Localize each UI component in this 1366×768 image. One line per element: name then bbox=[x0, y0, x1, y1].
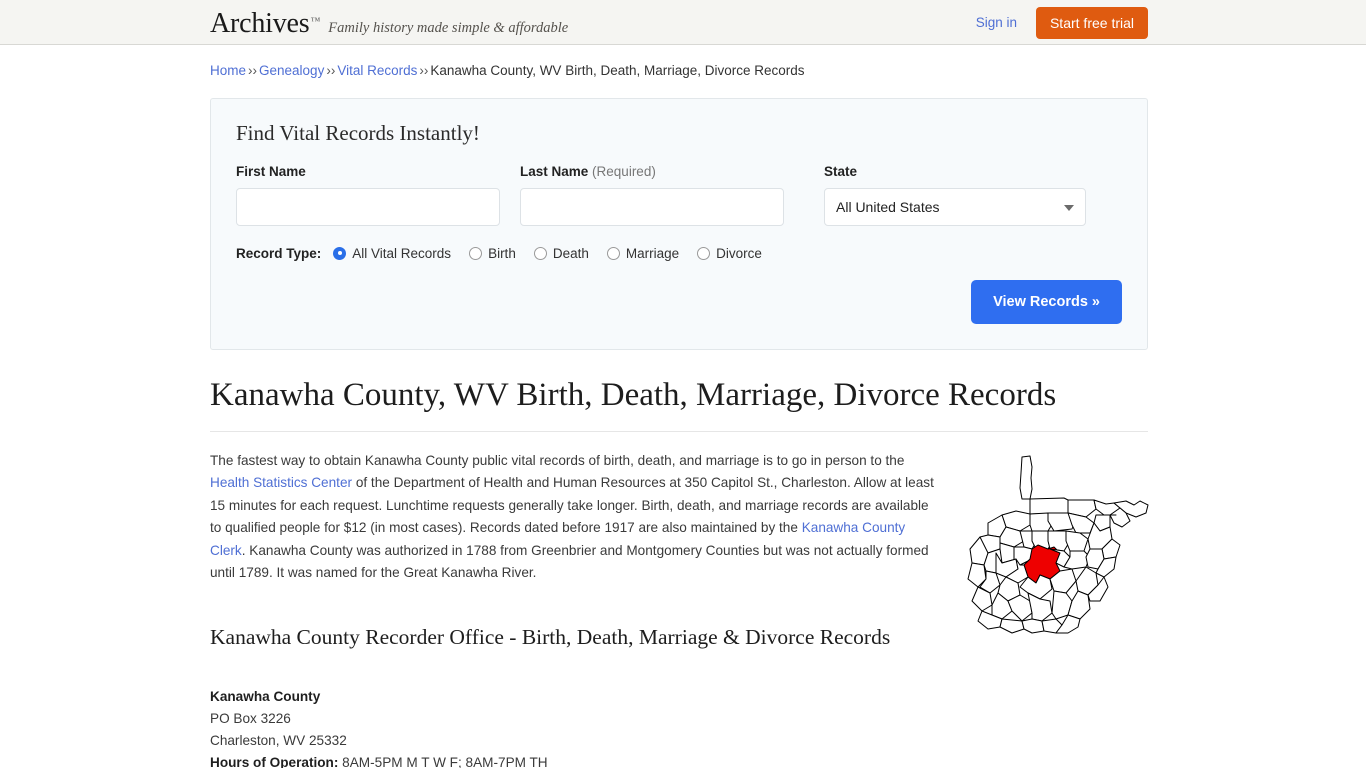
office-address-block: Kanawha County PO Box 3226 Charleston, W… bbox=[210, 686, 1148, 768]
radio-label-birth: Birth bbox=[488, 245, 516, 261]
first-name-label: First Name bbox=[236, 163, 306, 179]
radio-icon[interactable] bbox=[469, 246, 483, 260]
west-virginia-county-map bbox=[944, 453, 1154, 638]
breadcrumb-item-home[interactable]: Home bbox=[210, 63, 246, 78]
last-name-input[interactable] bbox=[520, 187, 784, 226]
paragraph-part-1: The fastest way to obtain Kanawha County… bbox=[210, 452, 905, 468]
last-name-label-text: Last Name bbox=[520, 163, 589, 179]
brand-logo[interactable]: Archives ™ Family history made simple & a… bbox=[210, 10, 568, 38]
breadcrumb-item-vital-records[interactable]: Vital Records bbox=[337, 63, 417, 78]
page-body: Home ›› Genealogy ›› Vital Records ›› Kanawha … bbox=[0, 45, 1366, 768]
content-container: Home ›› Genealogy ›› Vital Records ›› Kanawha … bbox=[210, 45, 1149, 768]
first-name-input[interactable] bbox=[236, 187, 500, 226]
health-statistics-center-link[interactable]: Health Statistics Center bbox=[210, 475, 352, 490]
article-area: The fastest way to obtain Kanawha County… bbox=[210, 450, 1149, 633]
breadcrumb-separator: ›› bbox=[326, 63, 336, 78]
office-po-box: PO Box 3226 bbox=[210, 711, 291, 727]
office-hours-label: Hours of Operation: bbox=[210, 755, 339, 768]
radio-label-death: Death bbox=[552, 245, 589, 261]
breadcrumb-item-current: Kanawha County, WV Birth, Death, Marriag… bbox=[430, 63, 805, 78]
radio-all-vital-records[interactable]: All Vital Records bbox=[333, 246, 451, 261]
sign-in-link[interactable]: Sign in bbox=[976, 15, 1017, 30]
site-header: Archives ™ Family history made simple & a… bbox=[0, 0, 1366, 45]
map-svg bbox=[967, 455, 1149, 633]
office-hours-value: 8AM-5PM M T W F; 8AM-7PM TH bbox=[342, 755, 548, 768]
trademark-icon: ™ bbox=[310, 16, 321, 27]
office-hours: Hours of Operation: 8AM-5PM M T W F; 8AM… bbox=[210, 752, 1148, 768]
radio-icon-selected[interactable] bbox=[333, 246, 347, 260]
office-name: Kanawha County bbox=[210, 689, 321, 705]
state-label: State bbox=[824, 163, 858, 179]
page-title: Kanawha County, WV Birth, Death, Marriag… bbox=[210, 377, 1148, 432]
search-panel-actions: View Records » bbox=[236, 279, 1122, 324]
paragraph-part-3: . Kanawha County was authorized in 1788 … bbox=[210, 542, 929, 581]
radio-divorce[interactable]: Divorce bbox=[697, 246, 762, 261]
state-select[interactable]: All United States bbox=[824, 187, 1086, 226]
radio-birth[interactable]: Birth bbox=[469, 246, 516, 261]
breadcrumb-separator: ›› bbox=[248, 63, 258, 78]
state-select-wrapper: All United States bbox=[824, 187, 1086, 226]
record-type-label: Record Type: bbox=[236, 245, 322, 261]
office-city-state-zip: Charleston, WV 25332 bbox=[210, 733, 347, 749]
start-free-trial-button[interactable]: Start free trial bbox=[1035, 6, 1148, 39]
brand-name: Archives bbox=[210, 8, 310, 39]
breadcrumb-separator: ›› bbox=[419, 63, 429, 78]
search-panel-title: Find Vital Records Instantly! bbox=[236, 120, 480, 145]
breadcrumb: Home ›› Genealogy ›› Vital Records ›› Kanawha … bbox=[210, 45, 1148, 80]
view-records-button[interactable]: View Records » bbox=[971, 279, 1122, 324]
radio-icon[interactable] bbox=[533, 246, 547, 260]
intro-paragraph: The fastest way to obtain Kanawha County… bbox=[210, 450, 938, 585]
last-name-required-note: (Required) bbox=[592, 163, 656, 179]
search-fields-row: First Name Last Name (Required) State Al… bbox=[236, 164, 1122, 226]
radio-death[interactable]: Death bbox=[533, 245, 589, 261]
radio-icon[interactable] bbox=[606, 246, 620, 260]
brand-tagline: Family history made simple & affordable bbox=[328, 20, 569, 36]
radio-marriage[interactable]: Marriage bbox=[606, 245, 680, 261]
record-type-row: Record Type: All Vital Records Birth Dea… bbox=[236, 246, 1122, 261]
last-name-field-group: Last Name (Required) bbox=[520, 164, 784, 226]
radio-label-marriage: Marriage bbox=[625, 245, 680, 261]
state-field-group: State All United States bbox=[824, 164, 1086, 226]
first-name-field-group: First Name bbox=[236, 164, 500, 226]
header-actions: Sign in Start free trial bbox=[976, 0, 1148, 45]
last-name-label: Last Name (Required) bbox=[520, 164, 784, 179]
breadcrumb-item-genealogy[interactable]: Genealogy bbox=[259, 63, 324, 78]
radio-label-divorce: Divorce bbox=[716, 245, 762, 261]
vital-records-search-panel: Find Vital Records Instantly! First Name… bbox=[210, 97, 1148, 350]
radio-icon[interactable] bbox=[697, 246, 711, 260]
radio-label-all-vital-records: All Vital Records bbox=[352, 245, 452, 261]
